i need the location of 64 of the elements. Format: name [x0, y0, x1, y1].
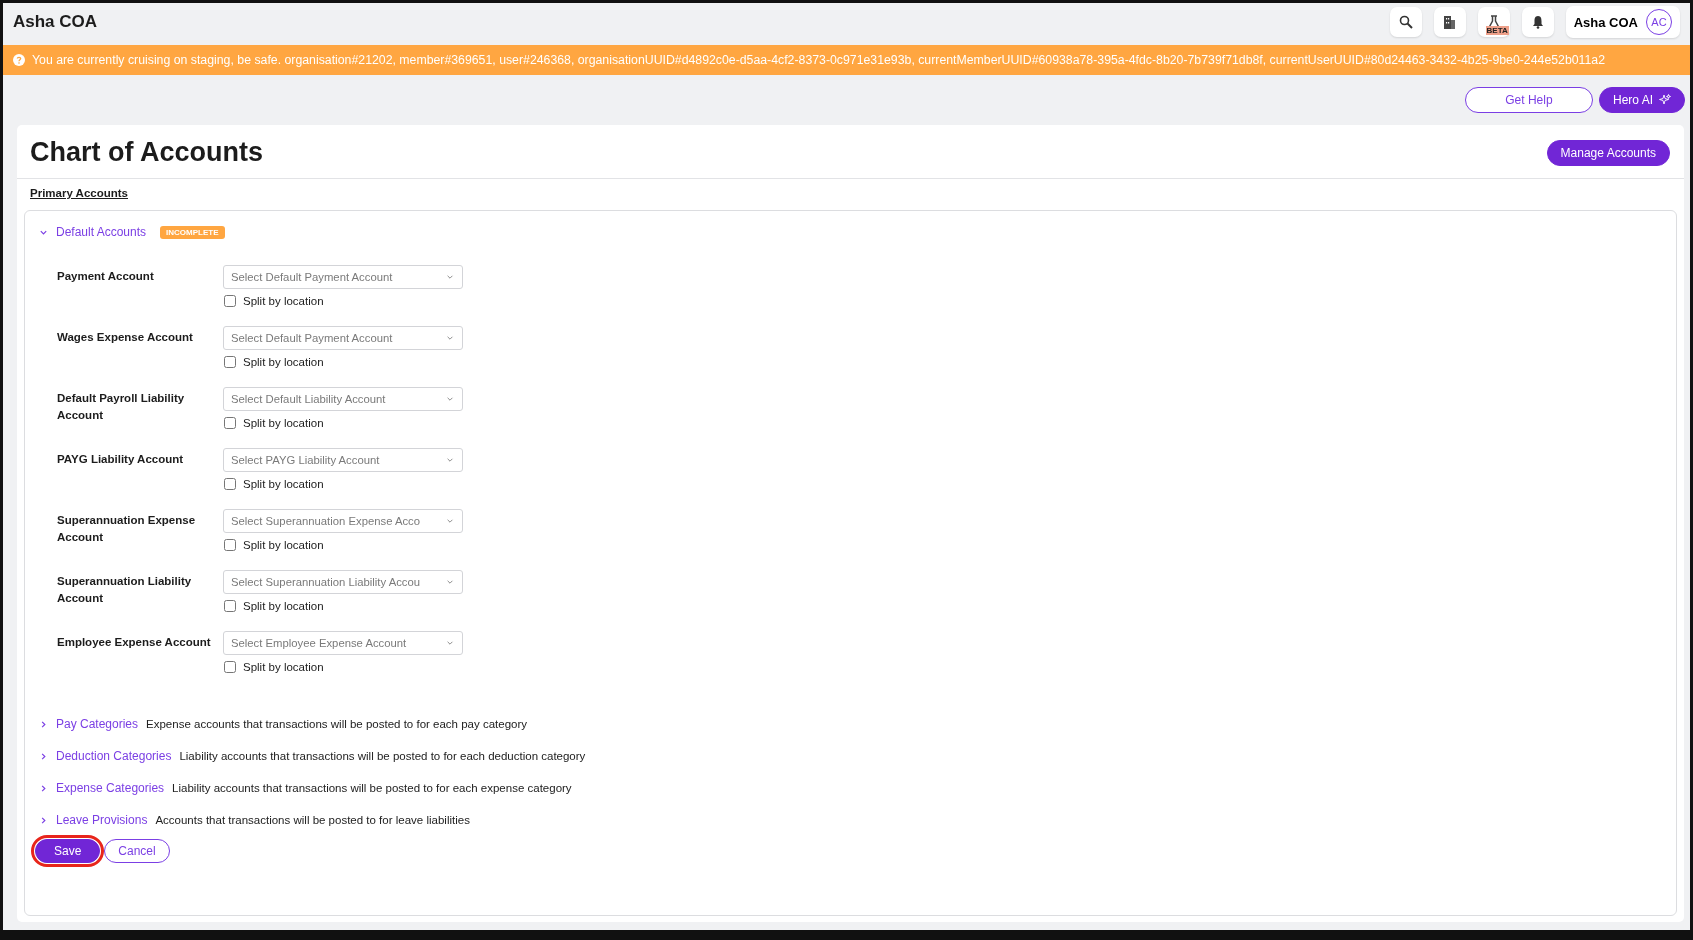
checkbox[interactable]: [224, 356, 236, 368]
dropdown-field[interactable]: Select Default Liability Account: [223, 387, 463, 411]
help-button[interactable]: Get Help: [1464, 87, 1593, 113]
status-badge: INCOMPLETE: [160, 225, 225, 239]
dropdown-field[interactable]: Select Default Payment Account: [223, 265, 463, 289]
section-toggle[interactable]: Pay Categories: [56, 717, 139, 731]
field-label: Payment Account: [57, 269, 155, 284]
chevron-down-icon: [446, 395, 454, 403]
manage-accounts-button[interactable]: Manage Accounts: [1546, 139, 1670, 166]
section-description: Expense accounts that transactions will be posted to for each pay category: [146, 718, 528, 730]
building-icon: [1443, 15, 1457, 29]
search-button[interactable]: [1389, 7, 1422, 37]
checkbox[interactable]: [224, 417, 236, 429]
checkbox[interactable]: [224, 478, 236, 490]
help-icon: [13, 54, 25, 66]
checkbox-label: Split by location: [243, 295, 324, 307]
building-button[interactable]: [1433, 7, 1466, 37]
page-title: Chart of Accounts: [30, 137, 263, 168]
field-label: Default Payroll Liability Account: [57, 391, 186, 423]
checkbox[interactable]: [224, 539, 236, 551]
section-toggle[interactable]: Default Accounts: [56, 225, 147, 239]
checkbox-label: Split by location: [243, 539, 324, 551]
bell-button[interactable]: [1521, 7, 1554, 37]
search-icon: [1398, 15, 1413, 29]
flask-button[interactable]: BETA: [1477, 7, 1510, 37]
checkbox[interactable]: [224, 295, 236, 307]
section-description: Accounts that transactions will be posted to for leave liabilities: [155, 814, 470, 826]
bell-icon: [1531, 15, 1544, 29]
checkbox[interactable]: [224, 661, 236, 673]
user-menu-button[interactable]: Asha COA AC: [1565, 6, 1680, 38]
chevron-down-icon: [446, 273, 454, 281]
banner-text: You are currently cruising on staging, be safe. organisation#21202, member#369651, user#246368, organisationUUID#d4892c0e-d5aa-4cf2-8373-0c971e31e93b, currentMemberUUID#60938a78-395a-4fdc-8b20-7b739f71db8f, currentUserUUID#80d24463-3432-4b25-9be0-244e52b011a2: [32, 53, 1606, 67]
field-label: PAYG Liability Account: [57, 452, 185, 467]
checkbox-label: Split by location: [243, 356, 324, 368]
section-toggle[interactable]: Deduction Categories: [56, 749, 172, 763]
field-label: Employee Expense Account: [57, 635, 212, 650]
chevron-down-icon: [446, 578, 454, 586]
dropdown-field[interactable]: Select Default Payment Account: [223, 326, 463, 350]
checkbox-label: Split by location: [243, 478, 324, 490]
field-label: Wages Expense Account: [57, 330, 194, 345]
dropdown-field[interactable]: Select PAYG Liability Account: [223, 448, 463, 472]
section-toggle[interactable]: Expense Categories: [56, 781, 165, 795]
chevron-down-icon: [446, 517, 454, 525]
checkbox-label: Split by location: [243, 600, 324, 612]
section-toggle[interactable]: Leave Provisions: [56, 813, 148, 827]
app-title: Asha COA: [13, 12, 99, 32]
cancel-button[interactable]: Cancel: [104, 839, 170, 863]
beta-badge: BETA: [1485, 26, 1509, 35]
dropdown-field[interactable]: Select Employee Expense Account: [223, 631, 463, 655]
chevron-down-icon: [446, 456, 454, 464]
sparkle-icon: [1659, 94, 1671, 106]
ai-assistant-button[interactable]: Hero AI: [1598, 87, 1685, 113]
section-description: Liability accounts that transactions will be posted to for each expense category: [172, 782, 572, 794]
checkbox-label: Split by location: [243, 417, 324, 429]
primary-accounts-link[interactable]: Primary Accounts: [30, 187, 128, 199]
checkbox[interactable]: [224, 600, 236, 612]
section-description: Liability accounts that transactions will be posted to for each deduction category: [179, 750, 586, 762]
dropdown-field[interactable]: Select Superannuation Liability Accou: [223, 570, 463, 594]
checkbox-label: Split by location: [243, 661, 324, 673]
chevron-down-icon: [446, 334, 454, 342]
dropdown-field[interactable]: Select Superannuation Expense Acco: [223, 509, 463, 533]
chevron-down-icon: [446, 639, 454, 647]
field-label: Superannuation Expense Account: [57, 513, 197, 545]
field-label: Superannuation Liability Account: [57, 574, 193, 606]
